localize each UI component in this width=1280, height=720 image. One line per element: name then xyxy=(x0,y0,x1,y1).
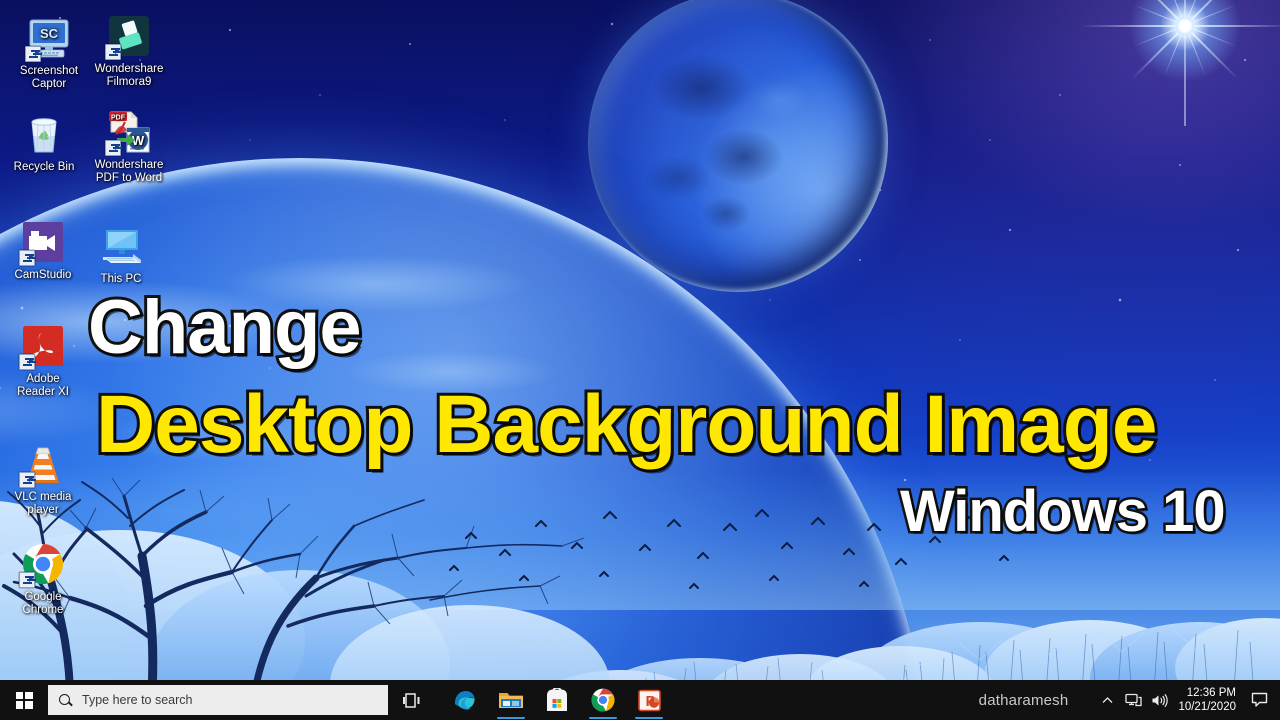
filmora9-icon xyxy=(105,12,153,60)
desktop-icon-screenshot-captor[interactable]: SC Screenshot Captor xyxy=(6,14,92,90)
desktop-icon-label: VLC media xyxy=(14,491,72,503)
desktop-icon-label-2: PDF to Word xyxy=(95,171,163,184)
running-indicator xyxy=(497,716,525,719)
desktop-icon-label: Recycle Bin xyxy=(13,161,75,173)
pdf-to-word-icon: PDF W xyxy=(105,108,153,156)
shortcut-arrow-icon xyxy=(19,250,35,266)
shortcut-arrow-icon xyxy=(19,354,35,370)
desktop-icon-vlc-media-player[interactable]: VLC media player xyxy=(0,440,86,516)
task-view-icon xyxy=(402,692,419,708)
clock-button[interactable]: 12:36 PM 10/21/2020 xyxy=(1172,686,1244,714)
chrome-icon xyxy=(591,688,615,712)
running-indicator xyxy=(589,716,617,719)
desktop-icon-camstudio[interactable]: CamStudio xyxy=(0,218,86,282)
shortcut-arrow-icon xyxy=(19,472,35,488)
desktop-icon-label: Adobe xyxy=(26,373,60,385)
svg-text:SC: SC xyxy=(40,26,59,41)
show-hidden-icons-button[interactable] xyxy=(1094,680,1120,720)
desktop-icon-label: Wondershare xyxy=(94,63,164,75)
volume-icon xyxy=(1152,693,1168,707)
desktop-icon-label: Google xyxy=(24,591,62,603)
taskbar-app-powerpoint[interactable]: P xyxy=(626,680,672,720)
system-tray: datharamesh 12:36 PM 10/21/2020 xyxy=(979,680,1280,720)
recycle-bin-icon xyxy=(20,110,68,158)
chevron-up-icon xyxy=(1102,696,1113,703)
overlay-title-line2: Desktop Background Image xyxy=(93,376,1160,473)
desktop-icon-adobe-reader-xi[interactable]: Adobe Reader XI xyxy=(0,322,86,398)
desktop-icon-label: CamStudio xyxy=(14,269,72,281)
taskbar: Type here to search datharamesh 12:36 PM… xyxy=(0,680,1280,720)
chrome-icon xyxy=(19,540,67,588)
clock-date: 10/21/2020 xyxy=(1178,701,1236,713)
powerpoint-icon: P xyxy=(637,689,661,711)
desktop-icon-label-2: player xyxy=(27,503,59,516)
microsoft-store-icon xyxy=(547,687,567,711)
running-indicator xyxy=(635,716,663,719)
notification-icon xyxy=(1251,692,1267,707)
this-pc-icon xyxy=(97,222,145,270)
shortcut-arrow-icon xyxy=(105,140,121,156)
desktop-icon-wondershare-pdf-to-word[interactable]: PDF W Wondershare PDF to Word xyxy=(86,108,172,184)
overlay-title-line1: Change xyxy=(85,282,365,373)
taskbar-app-file-explorer[interactable] xyxy=(488,680,534,720)
search-icon xyxy=(58,693,73,708)
taskbar-app-google-chrome[interactable] xyxy=(580,680,626,720)
desktop-icon-label: This PC xyxy=(100,273,142,285)
desktop-icon-label-2: Chrome xyxy=(22,603,64,616)
desktop-icon-label: Screenshot xyxy=(19,65,79,77)
network-icon xyxy=(1125,693,1142,706)
desktop-icon-wondershare-filmora9[interactable]: Wondershare Filmora9 xyxy=(86,12,172,88)
task-view-button[interactable] xyxy=(388,680,434,720)
edge-icon xyxy=(455,691,475,710)
shortcut-arrow-icon xyxy=(25,46,41,62)
desktop-icon-recycle-bin[interactable]: Recycle Bin xyxy=(1,110,87,174)
winter-forest-graphic xyxy=(0,430,1280,720)
svg-text:PDF: PDF xyxy=(111,114,126,121)
desktop-icon-label-2: Reader XI xyxy=(17,385,69,398)
vlc-icon xyxy=(19,440,67,488)
network-button[interactable] xyxy=(1120,680,1146,720)
action-center-button[interactable] xyxy=(1244,680,1274,720)
desktop-icon-this-pc[interactable]: This PC xyxy=(78,222,164,286)
desktop-icon-label-2: Filmora9 xyxy=(106,75,152,88)
search-input[interactable]: Type here to search xyxy=(48,685,388,715)
shortcut-arrow-icon xyxy=(19,572,35,588)
taskbar-pinned-apps: P xyxy=(442,680,672,720)
start-button[interactable] xyxy=(0,680,48,720)
taskbar-app-microsoft-store[interactable] xyxy=(534,680,580,720)
camstudio-icon xyxy=(19,218,67,266)
shortcut-arrow-icon xyxy=(105,44,121,60)
desktop-wallpaper[interactable]: Change Desktop Background Image Windows … xyxy=(0,0,1280,720)
windows-logo-icon xyxy=(15,691,33,709)
file-explorer-icon xyxy=(499,693,523,708)
desktop-icon-label: Wondershare xyxy=(94,159,164,171)
desktop-icon-google-chrome[interactable]: Google Chrome xyxy=(0,540,86,616)
clock-time: 12:36 PM xyxy=(1186,687,1236,699)
screenshot-captor-icon: SC xyxy=(25,14,73,62)
volume-button[interactable] xyxy=(1146,680,1172,720)
adobe-reader-icon xyxy=(19,322,67,370)
overlay-title-line3: Windows 10 xyxy=(898,477,1229,547)
moon-graphic xyxy=(588,0,888,292)
desktop-icon-label-2: Captor xyxy=(31,77,67,90)
tray-user-label: datharamesh xyxy=(978,691,1069,709)
taskbar-app-microsoft-edge[interactable] xyxy=(442,680,488,720)
search-placeholder: Type here to search xyxy=(82,693,193,707)
